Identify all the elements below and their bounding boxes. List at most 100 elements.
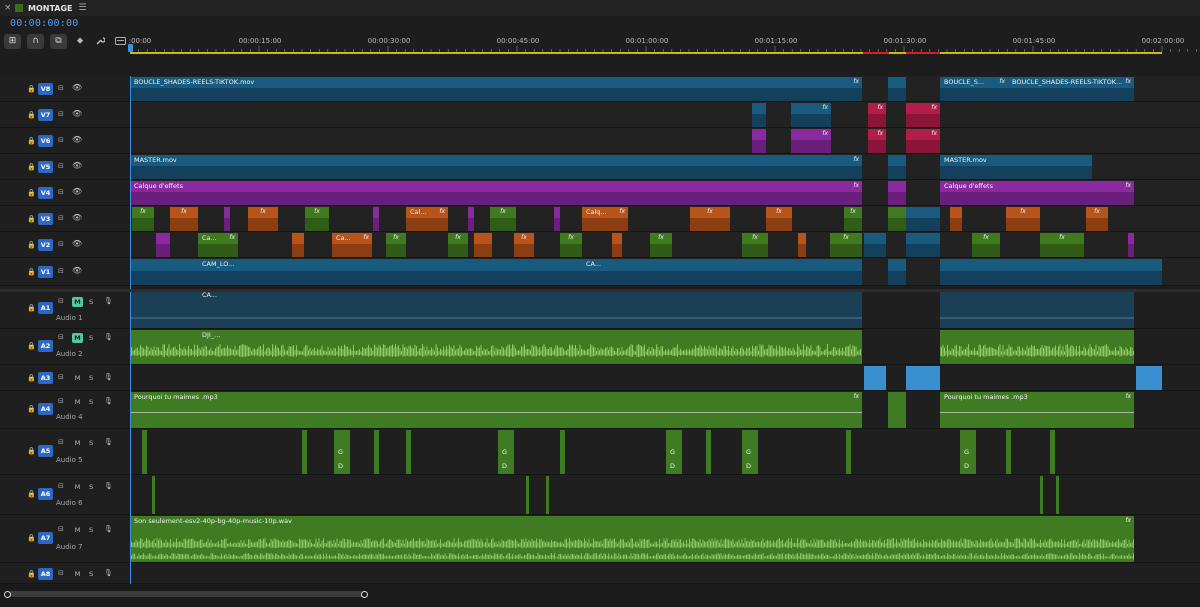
voiceover-mic-icon[interactable]: 🎙 — [104, 569, 113, 577]
lock-icon[interactable]: 🔒 — [27, 304, 36, 312]
lock-icon[interactable]: 🔒 — [27, 137, 36, 145]
mute-button[interactable]: M — [72, 297, 83, 307]
track-target-v5[interactable]: V5 — [38, 161, 53, 173]
playhead-line[interactable] — [130, 76, 131, 584]
track-name[interactable]: Audio 6 — [56, 499, 83, 507]
track-target-v1[interactable]: V1 — [38, 266, 53, 278]
clip-v3[interactable]: fx — [844, 207, 862, 231]
clip-v3-cal[interactable]: Cal... fx — [406, 207, 448, 231]
voiceover-mic-icon[interactable]: 🎙 — [104, 525, 113, 533]
clip-a6-sfx[interactable] — [152, 476, 155, 514]
clip-v3[interactable] — [554, 207, 560, 231]
snap-icon[interactable]: ∩ — [27, 33, 44, 49]
lock-icon[interactable]: 🔒 — [27, 215, 36, 223]
solo-button[interactable]: S — [89, 334, 93, 342]
mute-button[interactable]: M — [72, 438, 83, 448]
voiceover-mic-icon[interactable]: 🎙 — [104, 397, 113, 405]
clip-v3[interactable] — [373, 207, 379, 231]
clip-v2-ca[interactable]: Ca... fx — [332, 233, 372, 257]
solo-button[interactable]: S — [89, 526, 93, 534]
clip-v8-boucle-3[interactable]: BOUCLE_SHADES-REELS-TIKTOK... fx — [1008, 77, 1134, 101]
track-target-a6[interactable]: A6 — [38, 488, 53, 500]
clip-v5-master[interactable]: MASTER.mov fx — [130, 155, 862, 179]
lock-icon[interactable]: 🔒 — [27, 342, 36, 350]
clip-a5-sfx[interactable] — [560, 430, 565, 474]
solo-button[interactable]: S — [89, 374, 93, 382]
track-target-v7[interactable]: V7 — [38, 109, 53, 121]
track-target-a1[interactable]: A1 — [38, 302, 53, 314]
clip-v2[interactable]: fx — [1040, 233, 1084, 257]
sync-lock-icon[interactable]: ⊟ — [58, 397, 64, 405]
track-target-a2[interactable]: A2 — [38, 340, 53, 352]
track-target-v4[interactable]: V4 — [38, 187, 53, 199]
track-target-v8[interactable]: V8 — [38, 83, 53, 95]
clip-v4-adjustment-2[interactable]: Calque d'effets fx — [940, 181, 1134, 205]
clip-a5-sfx[interactable] — [302, 430, 307, 474]
sync-lock-icon[interactable]: ⊟ — [58, 569, 64, 577]
panel-menu-icon[interactable]: ☰ — [79, 3, 87, 13]
clip-v2[interactable]: fx — [560, 233, 582, 257]
sync-lock-icon[interactable]: ⊟ — [58, 297, 64, 305]
sync-lock-icon[interactable]: ⊟ — [58, 84, 64, 92]
clip-a2-dji-audio[interactable]: DJI_... — [130, 330, 862, 364]
clip-v2[interactable] — [906, 233, 940, 257]
sync-lock-icon[interactable]: ⊟ — [58, 240, 64, 248]
sync-lock-icon[interactable]: ⊟ — [58, 482, 64, 490]
voiceover-mic-icon[interactable]: 🎙 — [104, 297, 113, 305]
sync-lock-icon[interactable]: ⊟ — [58, 267, 64, 275]
time-ruler[interactable]: :00:00 00:00:15:00 00:00:30:00 00:00:45:… — [128, 33, 1200, 55]
clip-a5-sfx-gd[interactable]: G D — [742, 430, 758, 474]
lock-icon[interactable]: 🔒 — [27, 189, 36, 197]
solo-button[interactable]: S — [89, 298, 93, 306]
clip-v3[interactable] — [906, 207, 940, 231]
sequence-tab-title[interactable]: MONTAGE — [28, 4, 73, 13]
track-target-a5[interactable]: A5 — [38, 445, 53, 457]
clip-v2[interactable]: fx — [742, 233, 768, 257]
clip-v1-cam-2[interactable] — [940, 259, 1162, 285]
zoom-handle-right[interactable] — [361, 591, 368, 598]
clip-v2[interactable]: fx — [448, 233, 468, 257]
sync-lock-icon[interactable]: ⊟ — [58, 373, 64, 381]
lock-icon[interactable]: 🔒 — [27, 374, 36, 382]
sync-lock-icon[interactable]: ⊟ — [58, 136, 64, 144]
clip-v1-cam[interactable]: CAM_LO... CA... — [130, 259, 862, 285]
clip-a5-sfx[interactable] — [846, 430, 851, 474]
timeline-tracks[interactable]: BOUCLE_SHADES-REELS-TIKTOK.mov fx BOUCLE… — [130, 76, 1200, 584]
clip-a6-sfx[interactable] — [546, 476, 549, 514]
clip-v2[interactable]: fx — [650, 233, 672, 257]
clip-v3[interactable] — [888, 207, 906, 231]
clip-a5-sfx[interactable] — [406, 430, 411, 474]
clip-v7[interactable] — [752, 103, 766, 127]
eye-icon[interactable]: 👁 — [72, 239, 82, 248]
sync-lock-icon[interactable]: ⊟ — [58, 110, 64, 118]
zoom-handle-left[interactable] — [4, 591, 11, 598]
eye-icon[interactable]: 👁 — [72, 213, 82, 222]
clip-a3[interactable] — [864, 366, 886, 390]
mute-button[interactable]: M — [72, 333, 83, 343]
clip-v2[interactable] — [864, 233, 886, 257]
clip-v6[interactable] — [752, 129, 766, 153]
track-target-a3[interactable]: A3 — [38, 372, 53, 384]
clip-v6-pink[interactable]: fx — [906, 129, 940, 153]
clip-v2[interactable]: fx — [830, 233, 862, 257]
clip-v1-short[interactable] — [888, 259, 906, 285]
clip-v3[interactable]: fx — [305, 207, 329, 231]
eye-icon[interactable]: 👁 — [72, 187, 82, 196]
solo-button[interactable]: S — [89, 398, 93, 406]
eye-icon[interactable]: 👁 — [72, 109, 82, 118]
clip-v3[interactable]: fx — [1086, 207, 1108, 231]
track-name[interactable]: Audio 7 — [56, 543, 83, 551]
voiceover-mic-icon[interactable]: 🎙 — [104, 333, 113, 341]
clip-v3[interactable]: fx — [690, 207, 730, 231]
clip-a5-sfx-gd[interactable]: G D — [960, 430, 976, 474]
clip-v7-pink[interactable]: fx — [906, 103, 940, 127]
sync-lock-icon[interactable]: ⊟ — [58, 333, 64, 341]
clip-v3[interactable]: fx — [766, 207, 792, 231]
sync-lock-icon[interactable]: ⊟ — [58, 438, 64, 446]
mute-button[interactable]: M — [72, 482, 83, 492]
clip-v3[interactable]: fx — [132, 207, 154, 231]
voiceover-mic-icon[interactable]: 🎙 — [104, 373, 113, 381]
track-target-v2[interactable]: V2 — [38, 239, 53, 251]
add-marker-icon[interactable]: ⬥ — [73, 34, 87, 49]
sync-lock-icon[interactable]: ⊟ — [58, 214, 64, 222]
